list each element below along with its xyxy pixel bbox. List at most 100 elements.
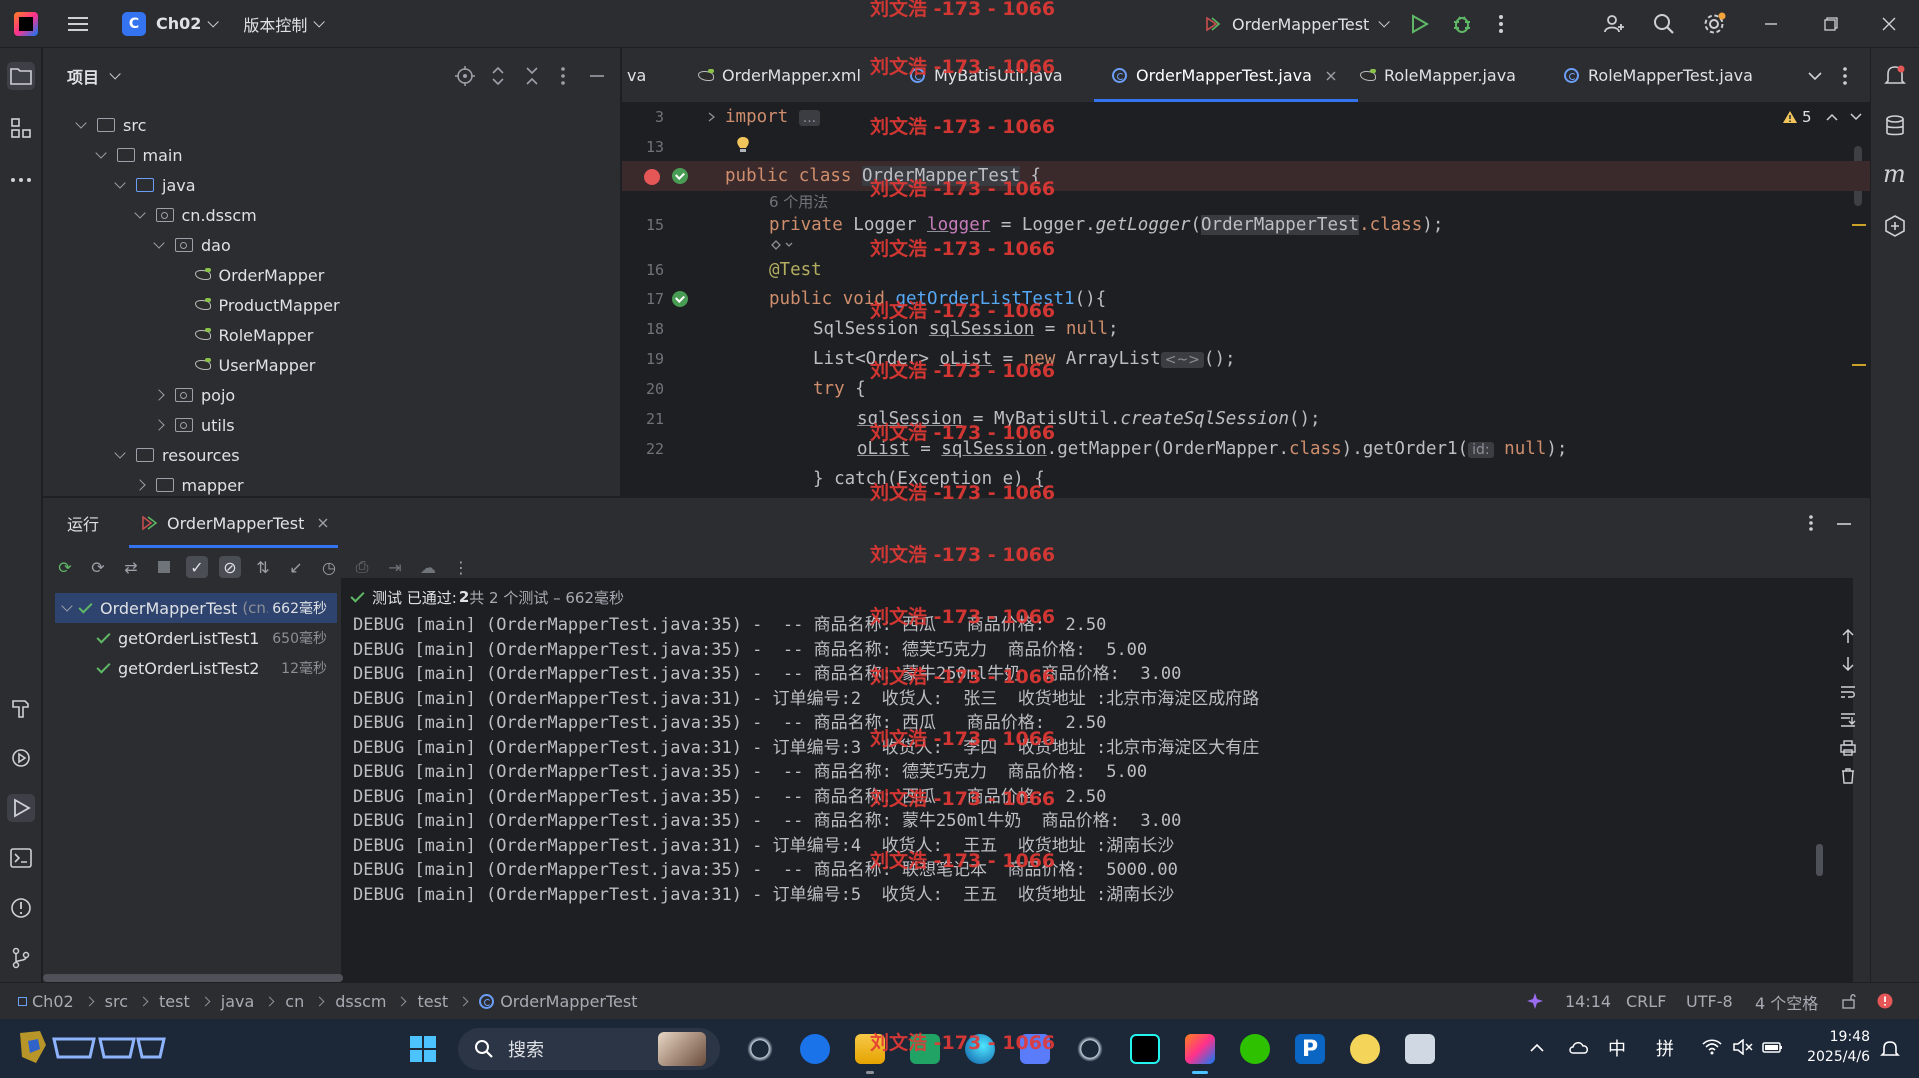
battery-icon[interactable] [1762,1039,1784,1055]
test-item-ordermappertest[interactable]: OrderMapperTest(cn.dsscm662毫秒 [55,593,337,623]
tray-expand-icon[interactable] [1530,1043,1544,1053]
run-tool-button[interactable] [7,794,35,822]
taskbar-tiktok-icon[interactable] [1130,1034,1160,1064]
close-window-icon[interactable] [1882,17,1896,31]
chevron-right-icon[interactable] [153,419,165,431]
main-menu-icon[interactable] [68,16,88,31]
scroll-down-icon[interactable] [1841,656,1855,672]
close-tab-icon[interactable] [1326,71,1336,81]
intellij-logo-icon[interactable] [14,11,38,36]
minimize-icon[interactable] [1764,17,1778,31]
coverage-icon[interactable]: ☁ [417,556,439,578]
chevron-down-icon[interactable] [133,207,146,219]
project-view-selector[interactable]: 项目 [67,64,99,88]
onedrive-cloud-icon[interactable] [1568,1039,1590,1055]
chevron-down-icon[interactable] [75,117,87,129]
taskbar-intellij-icon[interactable] [1185,1034,1215,1064]
clear-all-icon[interactable] [1841,768,1855,784]
chevron-right-icon[interactable] [133,479,146,491]
start-windows-icon[interactable] [409,1035,437,1063]
console-scrollbar[interactable] [1816,844,1823,876]
run-test-gutter-icon[interactable] [672,291,688,307]
file-encoding[interactable]: UTF-8 [1686,983,1733,1020]
tree-item-usermapper[interactable]: UserMapper [43,350,603,380]
intention-bulb-icon[interactable] [735,136,751,156]
console-output[interactable]: DEBUG [main] (OrderMapperTest.java:35) -… [341,578,1853,983]
print-icon[interactable] [1840,740,1856,756]
vcs-menu[interactable]: 版本控制 [243,0,326,48]
caret-position[interactable]: 14:14 [1565,983,1611,1020]
chevron-down-icon[interactable] [153,237,165,249]
widgets-gundam-logo-icon[interactable] [14,1027,174,1069]
build-tool-button[interactable] [7,694,35,722]
tab-rolemappertest-java[interactable]: RoleMapperTest.java [1564,48,1753,103]
chevron-down-icon[interactable] [114,177,126,189]
breadcrumb-item[interactable]: test [417,992,448,1011]
notifications-bell-icon[interactable] [1884,64,1906,88]
restore-icon[interactable] [1824,17,1838,31]
taskbar-app2-icon[interactable] [1350,1034,1380,1064]
git-tool-button[interactable] [7,944,35,972]
tab-ordermapper-xml[interactable]: OrderMapper.xml [698,48,861,103]
project-tool-button[interactable] [7,62,35,90]
test-item-getorderlisttest1[interactable]: getOrderListTest1 650毫秒 [55,623,337,653]
import-results-icon[interactable]: ⇥ [384,556,406,578]
settings-gear-icon[interactable] [1702,12,1726,36]
sort-alphabetically-icon[interactable]: ⇅ [252,556,274,578]
fold-icon[interactable] [708,112,716,122]
tree-item-resources[interactable]: resources [43,440,603,470]
terminal-tool-button[interactable] [7,844,35,872]
error-indicator-icon[interactable] [1877,993,1893,1009]
close-tab-icon[interactable] [318,518,328,528]
maven-icon[interactable]: m [1883,160,1906,188]
stop-icon[interactable] [153,556,175,578]
show-passed-icon[interactable]: ✓ [186,556,208,578]
breadcrumb-item[interactable]: src [105,992,128,1011]
run-configuration-selector[interactable]: OrderMapperTest [1204,0,1391,48]
run-icon[interactable] [1408,13,1430,35]
rerun-icon[interactable]: ⟳ [54,556,76,578]
collapse-all-icon[interactable] [525,66,539,86]
chevron-down-icon[interactable] [94,147,107,159]
breadcrumb-item[interactable]: test [159,992,190,1011]
tree-item-pojo[interactable]: pojo [43,380,603,410]
line-separator[interactable]: CRLF [1626,983,1666,1020]
test-tree-hscrollbar[interactable] [43,974,343,982]
volume-muted-icon[interactable] [1732,1039,1754,1055]
taskbar-feishu-icon[interactable] [800,1034,830,1064]
chevron-right-icon[interactable] [153,389,165,401]
taskbar-pycharm-icon[interactable]: P [1295,1034,1325,1064]
tree-item-productmapper[interactable]: ProductMapper [43,290,603,320]
run-tab-ordermappertest[interactable]: OrderMapperTest [129,498,339,548]
chevron-down-icon[interactable] [61,600,73,612]
hide-panel-icon[interactable] [589,74,605,78]
ime-language[interactable]: 中 [1608,1035,1626,1061]
tree-item-dao[interactable]: dao [43,230,603,260]
add-user-icon[interactable] [1602,12,1626,36]
options-icon[interactable] [560,66,566,86]
tree-item-main[interactable]: main [43,140,603,170]
folded-imports[interactable]: ... [798,110,821,126]
taskbar-steam2-icon[interactable] [1075,1034,1105,1064]
more-tools-button[interactable] [7,166,35,194]
tree-item-cn-dsscm[interactable]: cn.dsscm [43,200,603,230]
test-item-getorderlisttest2[interactable]: getOrderListTest2 12毫秒 [55,653,337,683]
chevron-down-icon[interactable] [109,67,121,80]
tree-item-ordermapper[interactable]: OrderMapper [43,260,603,290]
expand-all-icon[interactable] [491,66,505,86]
breadcrumb-item[interactable]: OrderMapperTest [500,992,637,1011]
project-badge[interactable]: C [122,11,146,36]
breakpoint-icon[interactable] [644,169,660,185]
more-actions-icon[interactable] [1498,14,1504,34]
tree-item-utils[interactable]: utils [43,410,603,440]
breadcrumb-item[interactable]: java [221,992,255,1011]
scroll-to-end-icon[interactable] [1840,712,1856,728]
lock-open-icon[interactable] [1841,993,1857,1009]
indent-setting[interactable]: 4 个空格 [1755,983,1818,1020]
ime-mode[interactable]: 拼 [1656,1035,1674,1061]
more-actions-icon[interactable]: ⋮ [450,556,472,578]
debug-icon[interactable] [1451,13,1473,35]
locate-file-icon[interactable] [455,66,475,86]
ai-assistant-icon[interactable] [1883,214,1907,238]
breadcrumb-item[interactable]: dsscm [335,992,386,1011]
